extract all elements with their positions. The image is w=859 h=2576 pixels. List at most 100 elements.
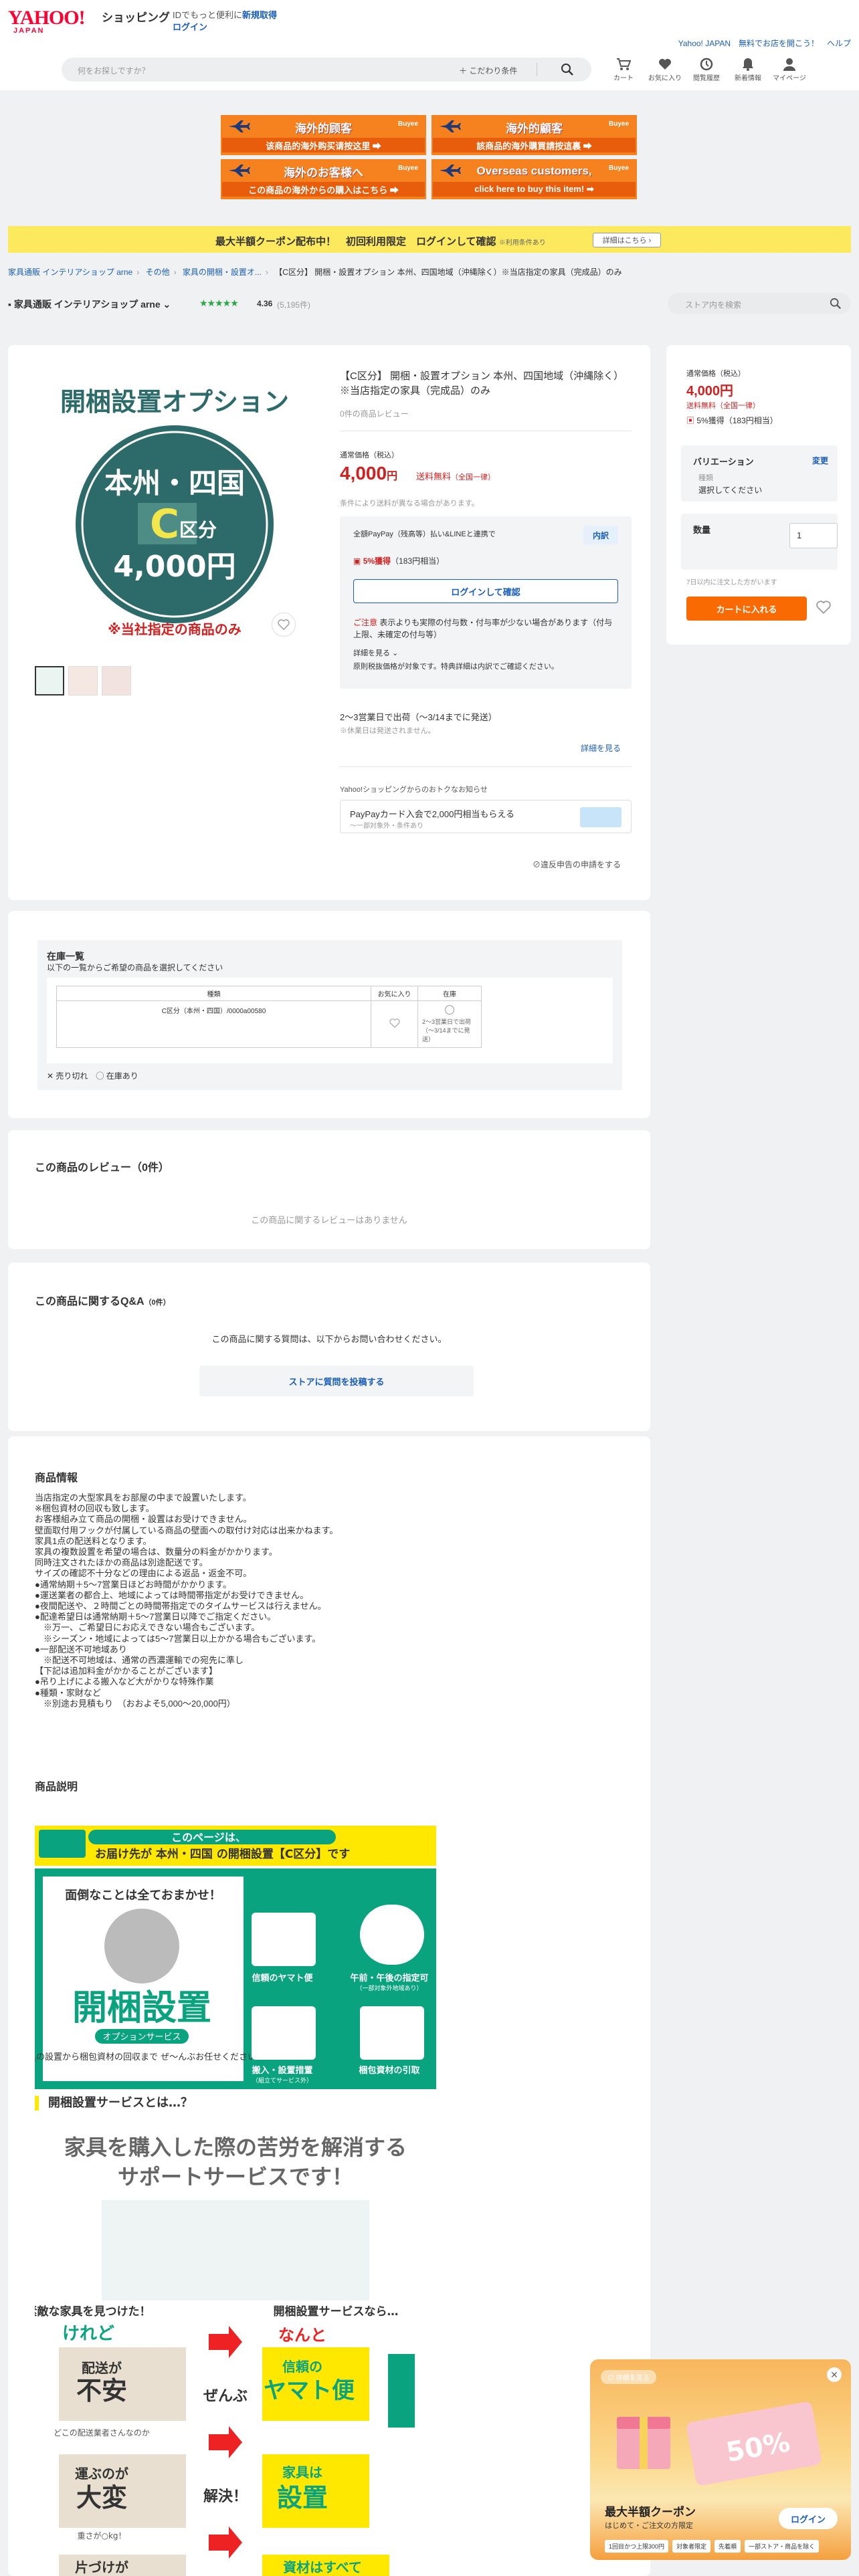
- price-label: 通常価格（税込）: [340, 451, 399, 459]
- svg-text:家具を購入した際の苦労を解消する: 家具を購入した際の苦労を解消する: [64, 2135, 407, 2160]
- svg-text:なんと: なんと: [278, 2326, 326, 2345]
- delivery-detail-link[interactable]: 詳細を見る: [581, 742, 621, 754]
- credit-card-icon: [580, 807, 622, 827]
- breadcrumb-other[interactable]: その他: [146, 267, 170, 277]
- product-title: 【C区分】 開梱・設置オプション 本州、四国地域（沖縄除く）※当店指定の家具（完…: [340, 370, 624, 397]
- login-link[interactable]: ログイン: [173, 20, 207, 33]
- history-nav[interactable]: 閲覧履歴: [689, 56, 724, 82]
- stock-radio[interactable]: [445, 1005, 454, 1014]
- svg-text:信頼のヤマト便: 信頼のヤマト便: [252, 1973, 313, 1983]
- airplane-icon: [227, 120, 250, 134]
- search-input[interactable]: 何をお探しですか？: [78, 65, 150, 76]
- cart-icon: [606, 56, 641, 72]
- close-icon[interactable]: ✕: [827, 2367, 842, 2382]
- svg-text:搬入・設置措置: 搬入・設置措置: [252, 2065, 312, 2076]
- variation-selector[interactable]: バリエーション 変更 種類 選択してください: [681, 445, 838, 502]
- heart-icon[interactable]: [816, 601, 831, 616]
- mypage-nav[interactable]: マイページ: [772, 56, 807, 82]
- breadcrumb-current: 【C区分】 開梱・設置オプション 本州、四国地域（沖縄除く）※当店指定の家具（完…: [274, 267, 622, 277]
- thumbnail-2[interactable]: [68, 666, 98, 695]
- shipping-info: 送料無料（全国一律）: [416, 471, 496, 481]
- svg-text:C: C: [150, 501, 179, 548]
- svg-text:（一部対象外地域あり）: （一部対象外地域あり）: [356, 1984, 422, 1992]
- stock-radio-cell[interactable]: 2〜3営業日で出荷（〜3/14までに発送）: [417, 1000, 482, 1048]
- header-right-links[interactable]: Yahoo! JAPAN 無料でお店を開こう！ ヘルプ: [678, 37, 851, 49]
- header: YAHOO! JAPAN ショッピング IDでもっと便利に新規取得 ログイン Ya…: [0, 0, 859, 90]
- favorites-nav[interactable]: お気に入り: [648, 56, 682, 82]
- paypay-icon: ▣: [353, 556, 361, 566]
- floating-coupon[interactable]: ⊙ 詳細を見る ✕ 50% 最大半額クーポン はじめて・ご注文の方限定 ログイン…: [590, 2359, 851, 2560]
- buyee-banner-japanese[interactable]: Buyee 海外のお客様へ この商品の海外からの購入はこちら ➡: [221, 159, 426, 199]
- conditions-button[interactable]: ＋ こだわり条件: [459, 65, 517, 76]
- signup-link[interactable]: 新規取得: [242, 10, 277, 20]
- qa-card: この商品に関するQ&A（0件） この商品に関する質問は、以下からお問い合わせくだ…: [8, 1263, 650, 1431]
- favorite-heart-icon[interactable]: [272, 613, 296, 637]
- heart-icon[interactable]: [371, 1000, 418, 1048]
- breadcrumb-store[interactable]: 家具通販 インテリアショップ arne: [8, 267, 132, 277]
- svg-text:素敵な家具を見つけた！: 素敵な家具を見つけた！: [35, 2304, 151, 2319]
- stock-subtitle: 以下の一覧からご希望の商品を選択してください: [47, 963, 223, 972]
- thumbnail-3[interactable]: [102, 666, 131, 695]
- cart-nav[interactable]: カート: [606, 56, 641, 82]
- post-question-button[interactable]: ストアに質問を投稿する: [199, 1366, 474, 1396]
- svg-text:（組立てサービス外）: （組立てサービス外）: [252, 2076, 312, 2084]
- buyee-banner-traditional[interactable]: Buyee 海外的顧客 該商品的海外購買請按這裏 ➡: [432, 115, 637, 155]
- news-nav[interactable]: 新着情報: [731, 56, 765, 82]
- coupon-illustration: 50%: [617, 2401, 822, 2486]
- caution-more-link[interactable]: 詳細を見る ⌄: [353, 647, 398, 658]
- svg-text:本州・四国: 本州・四国: [104, 467, 245, 500]
- store-search[interactable]: ストア内を検索: [668, 293, 851, 314]
- search-icon[interactable]: [561, 63, 574, 78]
- svg-text:午前・午後の指定可: 午前・午後の指定可: [350, 1973, 428, 1983]
- promo-box: Yahoo!ショッピングからのおトクなお知らせ PayPayカード入会で2,00…: [340, 784, 632, 833]
- buyee-banner-simplified[interactable]: Buyee 海外的顾客 该商品的海外购买请按这里 ➡: [221, 115, 426, 155]
- login-confirm-button[interactable]: ログインして確認: [353, 579, 618, 603]
- shopping-title[interactable]: ショッピング: [102, 8, 170, 25]
- coupon-tag: 一部ストア・商品を除く: [745, 2540, 820, 2553]
- coupon-login-button[interactable]: ログイン: [779, 2508, 838, 2529]
- paypay-card-promo[interactable]: PayPayカード入会で2,000円相当もらえる 〜一部対象外・条件あり: [340, 800, 632, 833]
- stock-header-stock: 在庫: [417, 986, 482, 1001]
- stock-table: 種類 お気に入り 在庫 C区分（本州・四国）/0000a00580 2〜3営業日で出…: [56, 986, 482, 1048]
- coupon-bar[interactable]: 最大半額クーポン配布中！ 初回利用限定 ログインして確認 ※利用条件あり 詳細は…: [8, 226, 851, 253]
- coupon-detail-button[interactable]: 詳細はこちら ›: [593, 233, 661, 247]
- coupon-title: 最大半額クーポン: [605, 2506, 696, 2518]
- description-image: このページは、 お届け先が 本州・四国 の開梱設置【C区分】です 面倒なことは全…: [35, 1826, 436, 2576]
- buyee-banner-english[interactable]: Buyee Overseas customers, click here to b…: [432, 159, 637, 199]
- purchase-panel: 通常価格（税込） 4,000円 送料無料（全国一律） ▣ 5%獲得（183円相当…: [666, 345, 851, 645]
- store-name[interactable]: ▪ 家具通販 インテリアショップ arne ⌄: [8, 298, 171, 311]
- report-link[interactable]: ⊘違反申告の申請をする: [533, 859, 621, 870]
- svg-text:家具の設置から梱包資材の回収まで ぜ〜んぶお任せください！: 家具の設置から梱包資材の回収まで ぜ〜んぶお任せください！: [35, 2052, 265, 2062]
- yahoo-logo[interactable]: YAHOO! JAPAN: [8, 7, 86, 35]
- change-variation-link[interactable]: 変更: [812, 455, 828, 466]
- coupon-tag: 1回目かつ上限300円: [605, 2540, 669, 2553]
- breakdown-button[interactable]: 内訳: [583, 526, 618, 544]
- breadcrumb-category[interactable]: 家具の開梱・設置オ...: [183, 267, 262, 277]
- search-icon[interactable]: [830, 298, 842, 310]
- svg-text:開梱設置サービスなら…: 開梱設置サービスなら…: [274, 2304, 399, 2319]
- desc-title: 商品説明: [35, 1782, 78, 1793]
- add-to-cart-button[interactable]: カートに入れる: [686, 597, 807, 621]
- coupon-tag: 対象者限定: [672, 2540, 711, 2553]
- svg-text:信頼の: 信頼の: [282, 2359, 322, 2375]
- paypay-text: 全額PayPay（残高等）払い&LINEと連携で: [353, 530, 496, 538]
- quantity-box: 数量 1: [681, 514, 838, 570]
- price: 4,000円: [340, 463, 398, 484]
- table-row[interactable]: C区分（本州・四国）/0000a00580 2〜3営業日で出荷（〜3/14までに…: [56, 1000, 482, 1048]
- search-bar[interactable]: 何をお探しですか？ ＋ こだわり条件: [62, 58, 591, 82]
- bell-icon: [731, 56, 765, 72]
- store-search-input[interactable]: ストア内を検索: [685, 299, 741, 310]
- delivery-info: 2〜3営業日で出荷（〜3/14までに発送）: [340, 712, 497, 722]
- rating-count[interactable]: (5,195件): [277, 299, 310, 310]
- coupon-detail-badge[interactable]: ⊙ 詳細を見る: [601, 2370, 656, 2384]
- points-box: 全額PayPay（残高等）払い&LINEと連携で 内訳 ▣ 5%獲得（183円相…: [340, 516, 632, 689]
- thumbnail-1[interactable]: [35, 666, 64, 695]
- product-image[interactable]: 開梱設置オプション 本州・四国 C 区分 4,000円 ※当社指定の商品のみ: [37, 369, 312, 643]
- svg-text:※当社指定の商品のみ: ※当社指定の商品のみ: [108, 621, 241, 637]
- product-review-count[interactable]: 0件の商品レビュー: [340, 408, 409, 419]
- quantity-input[interactable]: 1: [789, 523, 838, 548]
- stock-table-wrap: 種類 お気に入り 在庫 C区分（本州・四国）/0000a00580 2〜3営業日で出…: [47, 978, 613, 1063]
- delivery-note: ※休業日は発送されません。: [340, 727, 436, 735]
- caution-text: ご注意 表示よりも実際の付与数・付与率が少ない場合があります（付与上限、未確定の…: [353, 618, 613, 639]
- svg-text:オプションサービス: オプションサービス: [102, 2032, 181, 2042]
